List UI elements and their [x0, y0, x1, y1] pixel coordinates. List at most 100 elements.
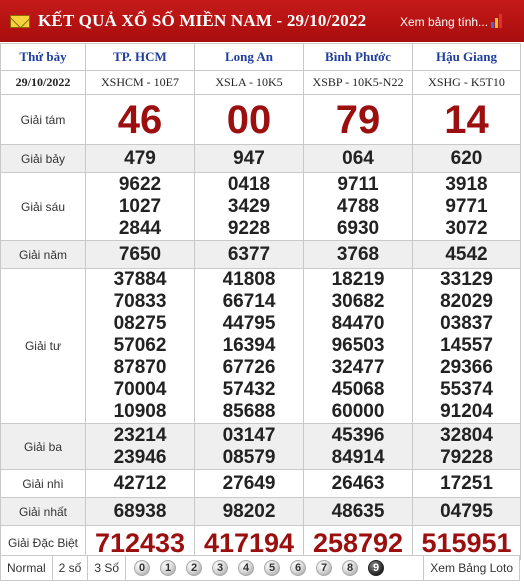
prize-number: 712433 — [94, 527, 186, 558]
prize-number: 9228 — [227, 217, 271, 239]
prize-cell: 7650 — [85, 240, 195, 269]
option-3-digits[interactable]: 3 Số — [88, 556, 127, 580]
digit-ball[interactable]: 3 — [212, 560, 229, 576]
prize-label: Giải sáu — [0, 172, 86, 241]
option-normal[interactable]: Normal — [1, 556, 53, 580]
prize-cell: 46 — [85, 94, 195, 145]
stats-chart-icon[interactable] — [491, 14, 505, 28]
digit-ball[interactable]: 6 — [290, 560, 307, 576]
prize-number: 57062 — [113, 335, 167, 356]
prize-label: Giải bảy — [0, 144, 86, 173]
option-2-digits[interactable]: 2 số — [53, 556, 89, 580]
prize-number: 6377 — [227, 243, 271, 265]
prize-number: 33129 — [440, 269, 493, 290]
prize-number: 17251 — [440, 472, 493, 494]
prize-number: 27649 — [222, 472, 276, 494]
prize-cell: 947 — [194, 144, 304, 173]
prize-number: 45396 — [331, 424, 385, 446]
prize-number: 68938 — [113, 500, 167, 522]
prize-cell: 479 — [85, 144, 195, 173]
prize-number: 3918 — [445, 173, 488, 195]
digit-ball[interactable]: 4 — [238, 560, 255, 576]
prize-number: 258792 — [312, 527, 404, 558]
prize-number: 67726 — [222, 357, 276, 378]
prize-number: 2844 — [118, 217, 162, 239]
ticket-code: XSHCM - 10E7 — [85, 70, 195, 95]
prize-number: 14 — [444, 97, 489, 142]
digit-ball[interactable]: 1 — [160, 560, 177, 576]
prize-cell: 3768 — [303, 240, 413, 269]
prize-cell: 26463 — [303, 469, 413, 498]
prize-cell: 9622 1027 2844 — [85, 172, 195, 241]
prize-number: 3768 — [336, 243, 380, 265]
prize-number: 03147 — [222, 424, 276, 446]
prize-number: 03837 — [440, 313, 493, 334]
prize-number: 96503 — [331, 335, 385, 356]
prize-number: 23214 — [113, 424, 167, 446]
prize-number: 9622 — [118, 173, 162, 195]
prize-cell: 064 — [303, 144, 413, 173]
prize-row: Giải tám 46 00 79 14 — [0, 94, 521, 145]
prize-row: Giải bảy 479 947 064 620 — [0, 144, 521, 173]
prize-number: 46 — [117, 97, 163, 142]
prize-label: Giải nhất — [0, 497, 86, 526]
view-table-link[interactable]: Xem bảng tính... — [400, 15, 488, 29]
prize-cell: 32804 79228 — [412, 423, 521, 470]
prize-number: 32804 — [440, 424, 493, 446]
prize-number: 42712 — [113, 472, 167, 494]
digit-ball[interactable]: 0 — [134, 560, 151, 576]
prize-number: 23946 — [113, 446, 167, 468]
ticket-code: XSLA - 10K5 — [194, 70, 304, 95]
province-name[interactable]: Hậu Giang — [412, 43, 521, 71]
prize-cell: 37884 70833 08275 57062 87870 70004 10908 — [85, 268, 195, 424]
prize-cell: 42712 — [85, 469, 195, 498]
results-table: Thứ bảy TP. HCM Long An Bình Phước Hậu Giang… — [0, 43, 521, 560]
prize-number: 85688 — [222, 401, 276, 422]
prize-number: 10908 — [113, 401, 167, 422]
prize-number: 417194 — [203, 527, 295, 558]
prize-cell: 0418 3429 9228 — [194, 172, 304, 241]
prize-cell: 79 — [303, 94, 413, 145]
view-loto-link[interactable]: Xem Bảng Loto — [423, 556, 519, 580]
province-row: Thứ bảy TP. HCM Long An Bình Phước Hậu Giang — [0, 43, 521, 71]
prize-row: Giải sáu 9622 1027 2844 0418 3429 9228 9711 4788… — [0, 172, 521, 241]
prize-cell: 98202 — [194, 497, 304, 526]
prize-number: 947 — [233, 147, 265, 169]
prize-number: 82029 — [440, 291, 493, 312]
prize-number: 3429 — [227, 195, 271, 217]
digit-ball[interactable]: 9 — [368, 560, 385, 576]
province-name[interactable]: TP. HCM — [85, 43, 195, 71]
prize-number: 00 — [226, 97, 272, 142]
prize-number: 3072 — [445, 217, 488, 239]
prize-number: 55374 — [440, 379, 493, 400]
ticket-code: XSBP - 10K5-N22 — [303, 70, 413, 95]
prize-number: 98202 — [222, 500, 276, 522]
prize-cell: 41808 66714 44795 16394 67726 57432 85688 — [194, 268, 304, 424]
prize-number: 08275 — [113, 313, 167, 334]
province-name[interactable]: Bình Phước — [303, 43, 413, 71]
prize-number: 16394 — [222, 335, 276, 356]
province-name[interactable]: Long An — [194, 43, 304, 71]
digit-ball[interactable]: 2 — [186, 560, 203, 576]
digit-ball[interactable]: 5 — [264, 560, 281, 576]
prize-number: 9711 — [337, 173, 379, 195]
prize-number: 66714 — [222, 291, 276, 312]
digit-ball[interactable]: 8 — [342, 560, 359, 576]
prize-row: Giải ba 23214 23946 03147 08579 45396 84914 328… — [0, 423, 521, 470]
prize-number: 60000 — [331, 401, 385, 422]
prize-cell: 04795 — [412, 497, 521, 526]
lottery-results-widget: KẾT QUẢ XỔ SỐ MIỀN NAM - 29/10/2022 Xem … — [0, 0, 524, 586]
prize-number: 37884 — [113, 269, 167, 290]
prize-cell: 18219 30682 84470 96503 32477 45068 60000 — [303, 268, 413, 424]
prize-number: 479 — [124, 147, 156, 169]
prize-number: 41808 — [222, 269, 276, 290]
prize-cell: 14 — [412, 94, 521, 145]
prize-cell: 03147 08579 — [194, 423, 304, 470]
prize-number: 57432 — [222, 379, 276, 400]
prize-number: 18219 — [331, 269, 385, 290]
prize-label: Giải ba — [0, 423, 86, 470]
results-header: KẾT QUẢ XỔ SỐ MIỀN NAM - 29/10/2022 Xem … — [0, 0, 524, 42]
digit-ball[interactable]: 7 — [316, 560, 333, 576]
draw-day: Thứ bảy — [0, 43, 86, 71]
prize-label: Giải tám — [0, 94, 86, 145]
